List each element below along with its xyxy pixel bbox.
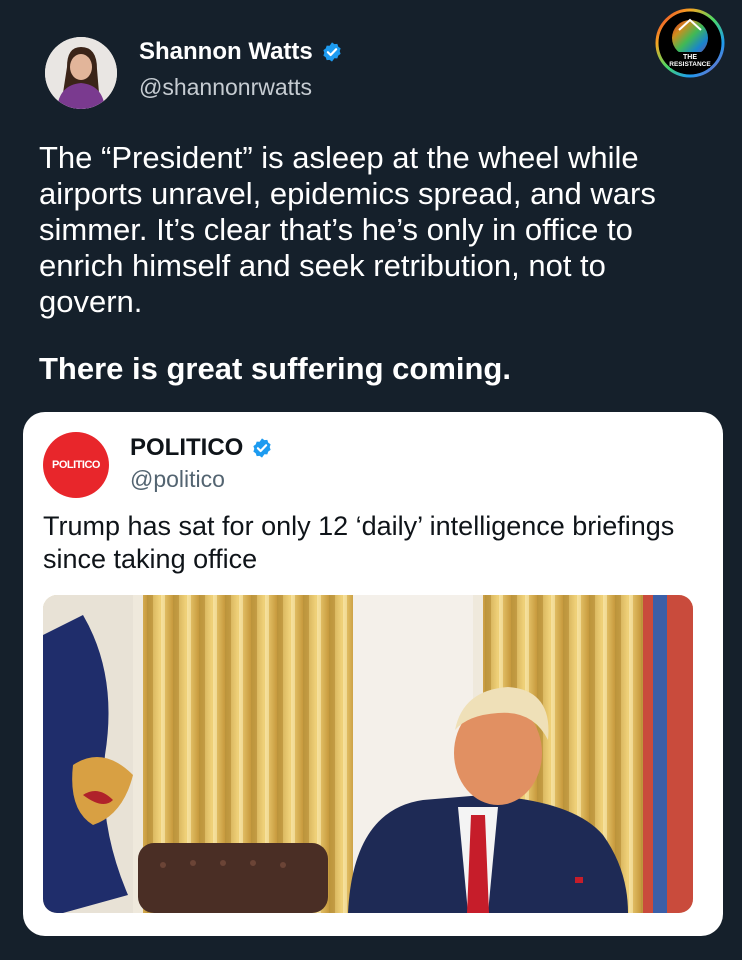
avatar-photo-icon [45, 37, 117, 109]
author-avatar[interactable] [45, 37, 117, 109]
quoted-handle[interactable]: @politico [130, 466, 225, 493]
quoted-display-name[interactable]: POLITICO [130, 434, 243, 462]
verified-badge-icon [323, 42, 341, 62]
author-name-row: Shannon Watts [139, 38, 343, 66]
politico-avatar-text: POLITICO [52, 459, 100, 471]
politico-avatar[interactable]: POLITICO [43, 432, 109, 498]
author-handle[interactable]: @shannonrwatts [139, 74, 312, 101]
news-photo[interactable] [43, 595, 693, 913]
svg-text:RESISTANCE: RESISTANCE [669, 61, 711, 68]
author-display-name[interactable]: Shannon Watts [139, 38, 313, 66]
resistance-logo-icon: THE RESISTANCE [655, 8, 725, 78]
svg-text:THE: THE [683, 54, 697, 61]
tweet-body: The “President” is asleep at the wheel w… [39, 140, 656, 319]
news-photo-icon [43, 595, 693, 913]
the-resistance-logo: THE RESISTANCE [655, 8, 725, 78]
quoted-tweet-card[interactable]: POLITICO POLITICO @politico Trump has sa… [23, 412, 723, 936]
quoted-body: Trump has sat for only 12 ‘daily’ intell… [43, 511, 675, 574]
tweet-emphasis: There is great suffering coming. [39, 351, 511, 386]
verified-badge-icon [253, 438, 271, 458]
quoted-name-row: POLITICO [130, 434, 273, 462]
